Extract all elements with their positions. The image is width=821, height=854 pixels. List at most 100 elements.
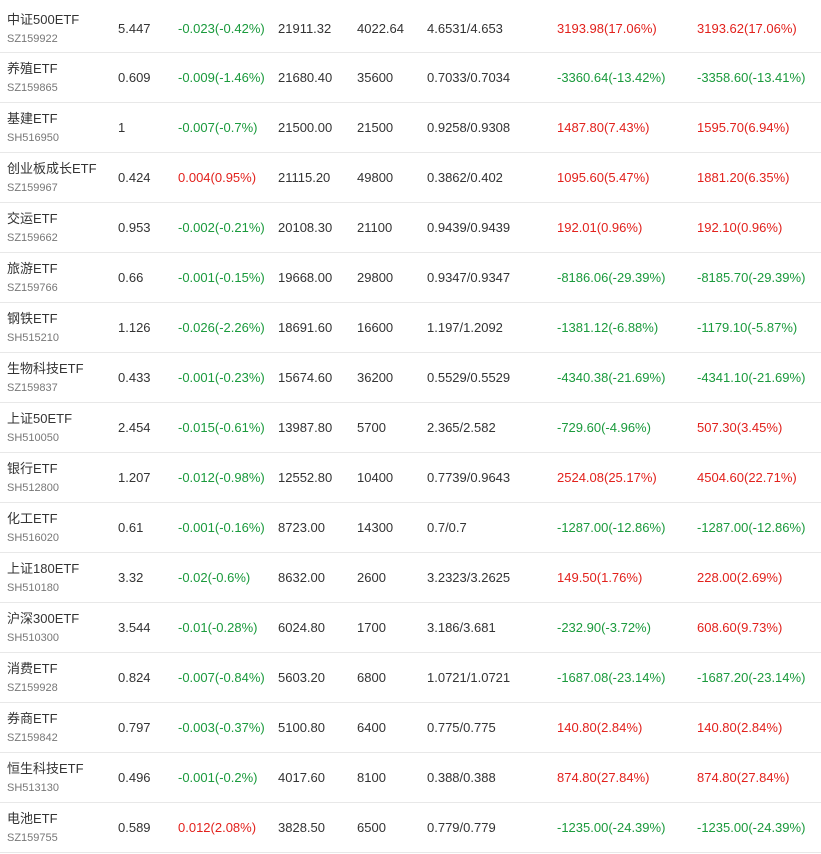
amount-cell: 6024.80	[278, 620, 325, 635]
table-row[interactable]: 沪深300ETF SH510300 3.544 -0.01(-0.28%) 6024.8…	[0, 603, 821, 653]
cost-range-cell: 4.6531/4.653	[427, 21, 503, 36]
volume-cell: 10400	[357, 470, 394, 485]
profit-cell: -1235.00(-24.39%)	[557, 820, 666, 835]
table-row[interactable]: 生物科技ETF SZ159837 0.433 -0.001(-0.23%) 15674.…	[0, 353, 821, 403]
cost-range-cell: 1.0721/1.0721	[427, 670, 511, 685]
volume-cell: 2600	[357, 570, 386, 585]
table-row[interactable]: 电池ETF SZ159755 0.589 0.012(2.08%) 3828.50 650…	[0, 803, 821, 853]
table-row[interactable]: 养殖ETF SZ159865 0.609 -0.009(-1.46%) 21680.40…	[0, 53, 821, 103]
total-profit-cell: -1179.10(-5.87%)	[697, 320, 798, 335]
price-cell: 1.207	[118, 470, 151, 485]
table-row[interactable]: 创业板成长ETF SZ159967 0.424 0.004(0.95%) 21115.2…	[0, 153, 821, 203]
total-profit-cell: -4341.10(-21.69%)	[697, 370, 806, 385]
table-row[interactable]: 券商ETF SZ159842 0.797 -0.003(-0.37%) 5100.80 6…	[0, 703, 821, 753]
table-row[interactable]: 银行ETF SH512800 1.207 -0.012(-0.98%) 12552.80…	[0, 453, 821, 503]
price-cell: 3.32	[118, 570, 144, 585]
amount-cell: 21911.32	[278, 21, 332, 36]
table-row[interactable]: 上证50ETF SH510050 2.454 -0.015(-0.61%) 13987.…	[0, 403, 821, 453]
table-row[interactable]: 交运ETF SZ159662 0.953 -0.002(-0.21%) 20108.30…	[0, 203, 821, 253]
fund-code: SH510180	[7, 582, 59, 594]
cost-range-cell: 0.5529/0.5529	[427, 370, 511, 385]
price-cell: 1	[118, 120, 126, 135]
profit-cell: -4340.38(-21.69%)	[557, 370, 666, 385]
total-profit-cell: 507.30(3.45%)	[697, 420, 783, 435]
fund-name[interactable]: 基建ETF	[7, 108, 58, 127]
profit-cell: -1287.00(-12.86%)	[557, 520, 666, 535]
table-row[interactable]: 旅游ETF SZ159766 0.66 -0.001(-0.15%) 19668.00 2…	[0, 253, 821, 303]
amount-cell: 12552.80	[278, 470, 333, 485]
fund-name[interactable]: 旅游ETF	[7, 258, 58, 277]
total-profit-cell: 874.80(27.84%)	[697, 770, 790, 785]
amount-cell: 21680.40	[278, 70, 333, 85]
fund-name[interactable]: 上证180ETF	[7, 558, 79, 577]
fund-name[interactable]: 创业板成长ETF	[7, 158, 97, 177]
amount-cell: 4017.60	[278, 770, 325, 785]
profit-cell: 192.01(0.96%)	[557, 220, 643, 235]
total-profit-cell: 4504.60(22.71%)	[697, 470, 797, 485]
fund-name[interactable]: 消费ETF	[7, 658, 58, 677]
profit-cell: 1487.80(7.43%)	[557, 120, 650, 135]
fund-name[interactable]: 沪深300ETF	[7, 608, 79, 627]
fund-name[interactable]: 上证50ETF	[7, 408, 72, 427]
amount-cell: 21115.20	[278, 170, 331, 185]
table-row[interactable]: 基建ETF SH516950 1 -0.007(-0.7%) 21500.00 21500…	[0, 103, 821, 153]
amount-cell: 18691.60	[278, 320, 333, 335]
amount-cell: 8723.00	[278, 520, 325, 535]
cost-range-cell: 0.7033/0.7034	[427, 70, 511, 85]
volume-cell: 4022.64	[357, 21, 404, 36]
volume-cell: 29800	[357, 270, 394, 285]
price-cell: 3.544	[118, 620, 151, 635]
fund-name[interactable]: 养殖ETF	[7, 58, 58, 77]
change-cell: 0.012(2.08%)	[178, 820, 257, 835]
amount-cell: 3828.50	[278, 820, 325, 835]
cost-range-cell: 3.186/3.681	[427, 620, 496, 635]
table-row[interactable]: 消费ETF SZ159928 0.824 -0.007(-0.84%) 5603.20 6…	[0, 653, 821, 703]
volume-cell: 1700	[357, 620, 386, 635]
table-row[interactable]: 化工ETF SH516020 0.61 -0.001(-0.16%) 8723.00 14…	[0, 503, 821, 553]
table-row[interactable]: 恒生科技ETF SH513130 0.496 -0.001(-0.2%) 4017.60…	[0, 753, 821, 803]
cost-range-cell: 0.7/0.7	[427, 520, 467, 535]
fund-name[interactable]: 中证500ETF	[7, 9, 79, 28]
profit-cell: 149.50(1.76%)	[557, 570, 643, 585]
fund-name[interactable]: 券商ETF	[7, 708, 58, 727]
total-profit-cell: -8185.70(-29.39%)	[697, 270, 806, 285]
volume-cell: 36200	[357, 370, 394, 385]
cost-range-cell: 3.2323/3.2625	[427, 570, 511, 585]
fund-name[interactable]: 生物科技ETF	[7, 358, 84, 377]
volume-cell: 6400	[357, 720, 386, 735]
cost-range-cell: 1.197/1.2092	[427, 320, 503, 335]
fund-code: SZ159928	[7, 682, 58, 694]
price-cell: 1.126	[118, 320, 151, 335]
table-row[interactable]: 钢铁ETF SH515210 1.126 -0.026(-2.26%) 18691.60…	[0, 303, 821, 353]
total-profit-cell: 228.00(2.69%)	[697, 570, 783, 585]
amount-cell: 21500.00	[278, 120, 333, 135]
fund-name[interactable]: 电池ETF	[7, 808, 58, 827]
fund-name[interactable]: 钢铁ETF	[7, 308, 58, 327]
total-profit-cell: 3193.62(17.06%)	[697, 21, 797, 36]
change-cell: 0.004(0.95%)	[178, 170, 257, 185]
fund-name[interactable]: 化工ETF	[7, 508, 58, 527]
table-row[interactable]: 中证500ETF SZ159922 5.447 -0.023(-0.42%) 21911…	[0, 3, 821, 53]
volume-cell: 35600	[357, 70, 394, 85]
fund-name[interactable]: 银行ETF	[7, 458, 58, 477]
total-profit-cell: 608.60(9.73%)	[697, 620, 783, 635]
volume-cell: 16600	[357, 320, 394, 335]
price-cell: 0.61	[118, 520, 144, 535]
fund-code: SZ159865	[7, 82, 58, 94]
fund-name[interactable]: 交运ETF	[7, 208, 58, 227]
price-cell: 0.66	[118, 270, 144, 285]
table-row[interactable]: 上证180ETF SH510180 3.32 -0.02(-0.6%) 8632.00 2…	[0, 553, 821, 603]
price-cell: 2.454	[118, 420, 151, 435]
amount-cell: 5603.20	[278, 670, 325, 685]
fund-code: SH512800	[7, 482, 59, 494]
price-cell: 0.824	[118, 670, 151, 685]
cost-range-cell: 0.3862/0.402	[427, 170, 503, 185]
holdings-table: 中证500ETF SZ159922 5.447 -0.023(-0.42%) 21911…	[0, 3, 821, 853]
change-cell: -0.001(-0.15%)	[178, 270, 265, 285]
change-cell: -0.015(-0.61%)	[178, 420, 265, 435]
fund-code: SH510300	[7, 632, 59, 644]
fund-code: SZ159842	[7, 732, 58, 744]
change-cell: -0.009(-1.46%)	[178, 70, 265, 85]
profit-cell: 3193.98(17.06%)	[557, 21, 657, 36]
fund-name[interactable]: 恒生科技ETF	[7, 758, 84, 777]
